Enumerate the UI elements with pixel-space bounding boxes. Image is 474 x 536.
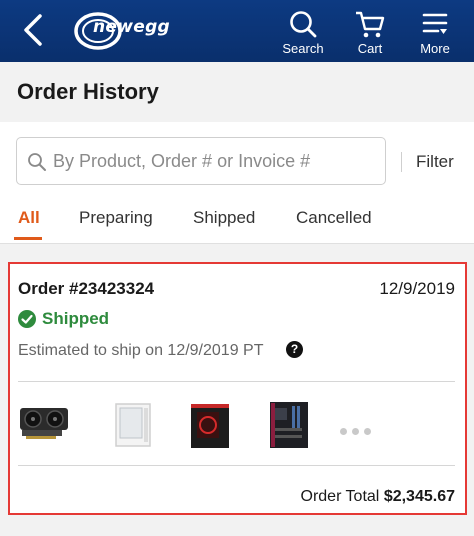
more-button[interactable]: More [405, 6, 465, 58]
filter-button[interactable]: Filter [416, 152, 454, 172]
logo-text[interactable]: newegg [93, 17, 170, 37]
check-circle-icon [18, 310, 36, 328]
estimated-ship-text: Estimated to ship on 12/9/2019 PT [18, 342, 264, 359]
order-total-label: Order Total [300, 488, 380, 505]
page-title: Order History [17, 79, 159, 104]
search-label: Search [282, 41, 324, 56]
tab-cancelled[interactable]: Cancelled [296, 208, 372, 228]
divider [401, 152, 402, 172]
chevron-left-icon [24, 14, 42, 46]
active-tab-indicator [14, 237, 42, 240]
cart-label: Cart [357, 41, 383, 56]
title-bar: Order History [0, 62, 474, 122]
divider [18, 381, 455, 382]
cart-icon [356, 11, 385, 38]
cart-button[interactable]: Cart [340, 6, 400, 58]
order-card[interactable]: Order #23423324 12/9/2019 Shipped Estima… [8, 262, 467, 515]
help-icon[interactable]: ? [286, 341, 303, 358]
motherboard-icon[interactable] [262, 398, 316, 452]
search-icon [290, 11, 317, 38]
search-placeholder: By Product, Order # or Invoice # [53, 151, 311, 171]
tab-preparing[interactable]: Preparing [79, 208, 153, 228]
more-dots-icon[interactable] [340, 422, 376, 435]
white-pc-case-icon[interactable] [106, 398, 160, 452]
order-search-input[interactable]: By Product, Order # or Invoice # [16, 137, 386, 185]
order-date: 12/9/2019 [379, 279, 455, 298]
divider [18, 465, 455, 466]
status-text: Shipped [42, 309, 110, 328]
app-header: newegg Search Cart More [0, 0, 474, 62]
search-filter-panel: By Product, Order # or Invoice # Filter … [0, 122, 474, 244]
order-number: Order #23423324 [18, 279, 155, 298]
search-button[interactable]: Search [273, 6, 333, 58]
graphics-card-icon[interactable] [18, 398, 72, 452]
menu-icon [422, 13, 448, 34]
tab-shipped[interactable]: Shipped [193, 208, 255, 228]
search-icon [28, 153, 46, 171]
tab-all[interactable]: All [18, 208, 40, 228]
black-red-pc-case-icon[interactable] [183, 398, 237, 452]
back-button[interactable] [20, 12, 50, 48]
more-label: More [420, 41, 450, 56]
order-total: Order Total $2,345.67 [301, 488, 456, 506]
order-total-value: $2,345.67 [383, 488, 455, 505]
